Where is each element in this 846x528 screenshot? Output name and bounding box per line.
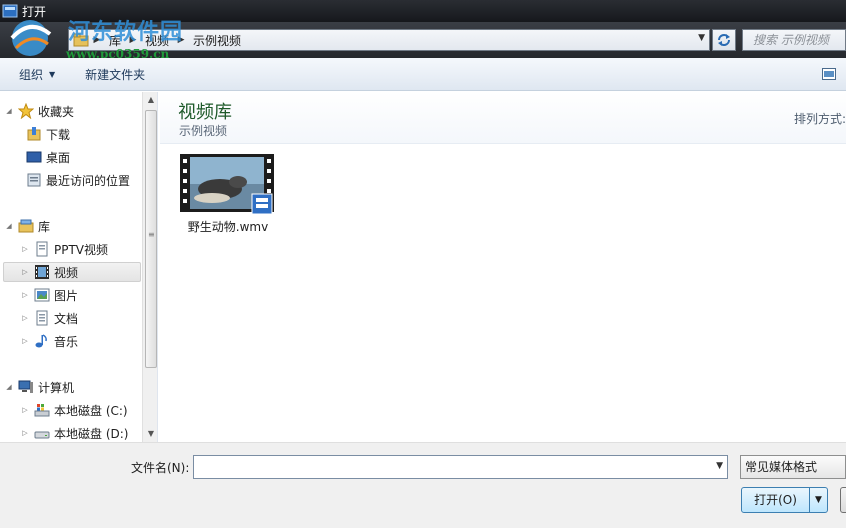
document-library-icon <box>36 241 48 257</box>
command-toolbar: 组织 ▼ 新建文件夹 <box>0 58 846 91</box>
scroll-down-icon[interactable]: ▼ <box>143 426 157 442</box>
collapsed-arrow-icon[interactable]: ▷ <box>20 406 30 414</box>
organize-label: 组织 <box>19 67 44 82</box>
filename-input[interactable]: ▼ <box>193 455 728 479</box>
chevron-down-icon: ▼ <box>49 69 56 79</box>
filename-label: 文件名(N): <box>131 461 190 475</box>
nav-music[interactable]: ▷ 音乐 <box>20 331 78 351</box>
nav-documents[interactable]: ▷ 文档 <box>20 308 78 328</box>
dialog-footer: 文件名(N): ▼ 常见媒体格式 打开(O) ▼ <box>0 442 846 528</box>
cancel-button[interactable] <box>840 487 846 513</box>
file-name: 野生动物.wmv <box>187 220 269 234</box>
film-icon <box>35 265 49 279</box>
expanded-arrow-icon[interactable]: ◢ <box>4 107 14 115</box>
collapsed-arrow-icon[interactable]: ▷ <box>20 291 30 299</box>
nav-drive-d[interactable]: ▷ 本地磁盘 (D:) <box>20 423 128 442</box>
libraries-icon <box>18 219 34 233</box>
scroll-up-icon[interactable]: ▲ <box>143 92 157 108</box>
open-split-dropdown-icon[interactable]: ▼ <box>810 488 827 512</box>
breadcrumb-sample-videos[interactable]: 示例视频 <box>189 32 245 49</box>
filename-dropdown-icon[interactable]: ▼ <box>716 461 723 471</box>
open-button-label[interactable]: 打开(O) <box>742 488 810 512</box>
expanded-arrow-icon[interactable]: ◢ <box>4 222 14 230</box>
nav-desktop[interactable]: 桌面 <box>22 147 70 167</box>
grip-icon: ≡ <box>148 230 155 239</box>
search-input[interactable]: 搜索 示例视频 <box>742 29 846 51</box>
collapsed-arrow-icon[interactable]: ▷ <box>20 268 30 276</box>
nav-computer[interactable]: ◢ 计算机 <box>4 377 74 397</box>
address-dropdown-icon[interactable]: ▼ <box>698 33 705 43</box>
file-item[interactable]: 野生动物.wmv <box>178 154 278 234</box>
watermark-logo-icon <box>10 20 52 56</box>
computer-icon <box>18 380 33 393</box>
documents-icon <box>36 310 48 326</box>
library-title: 视频库 <box>178 102 232 123</box>
star-icon <box>18 103 34 119</box>
system-drive-icon <box>34 404 50 417</box>
nav-scrollbar[interactable]: ▲ ≡ ▼ <box>142 92 157 442</box>
watermark: 河东软件园 www.pc0359.cn <box>6 14 182 61</box>
collapsed-arrow-icon[interactable]: ▷ <box>20 429 30 437</box>
recent-places-icon <box>27 173 41 187</box>
nav-pptv-videos[interactable]: ▷ PPTV视频 <box>20 239 108 259</box>
library-subtitle: 示例视频 <box>179 124 228 138</box>
watermark-text: 河东软件园 <box>68 20 184 45</box>
nav-downloads[interactable]: 下载 <box>22 124 70 144</box>
drive-icon <box>34 431 50 439</box>
file-list-pane: 视频库 示例视频 排列方式: 野生动物.wmv <box>160 92 846 442</box>
nav-libraries[interactable]: ◢ 库 <box>4 216 50 236</box>
collapsed-arrow-icon[interactable]: ▷ <box>20 245 30 253</box>
scrollbar-thumb[interactable]: ≡ <box>145 110 157 368</box>
open-button[interactable]: 打开(O) ▼ <box>741 487 828 513</box>
expanded-arrow-icon[interactable]: ◢ <box>4 383 14 391</box>
downloads-folder-icon <box>27 127 41 141</box>
refresh-icon <box>718 34 730 46</box>
navigation-pane: ◢ 收藏夹 下载 桌面 最近访问的位置 ◢ 库 ▷ PPTV视频 ▷ 视频 ▷ … <box>0 92 158 442</box>
nav-favorites[interactable]: ◢ 收藏夹 <box>4 101 74 121</box>
desktop-icon <box>26 151 42 163</box>
organize-button[interactable]: 组织 ▼ <box>19 66 55 83</box>
refresh-button[interactable] <box>712 29 736 51</box>
pictures-icon <box>34 288 50 302</box>
filetype-select[interactable]: 常见媒体格式 <box>740 455 846 479</box>
video-thumbnail-icon <box>180 154 274 215</box>
nav-recent-places[interactable]: 最近访问的位置 <box>22 170 130 190</box>
nav-drive-c[interactable]: ▷ 本地磁盘 (C:) <box>20 400 127 420</box>
collapsed-arrow-icon[interactable]: ▷ <box>20 314 30 322</box>
arrange-by-dropdown[interactable]: 排列方式: <box>794 110 846 127</box>
music-note-icon <box>35 334 47 348</box>
library-header: 视频库 示例视频 排列方式: <box>160 92 846 144</box>
new-folder-button[interactable]: 新建文件夹 <box>85 66 145 83</box>
nav-pictures[interactable]: ▷ 图片 <box>20 285 78 305</box>
nav-videos[interactable]: ▷ 视频 <box>3 262 141 282</box>
view-options-icon[interactable] <box>822 68 836 80</box>
collapsed-arrow-icon[interactable]: ▷ <box>20 337 30 345</box>
